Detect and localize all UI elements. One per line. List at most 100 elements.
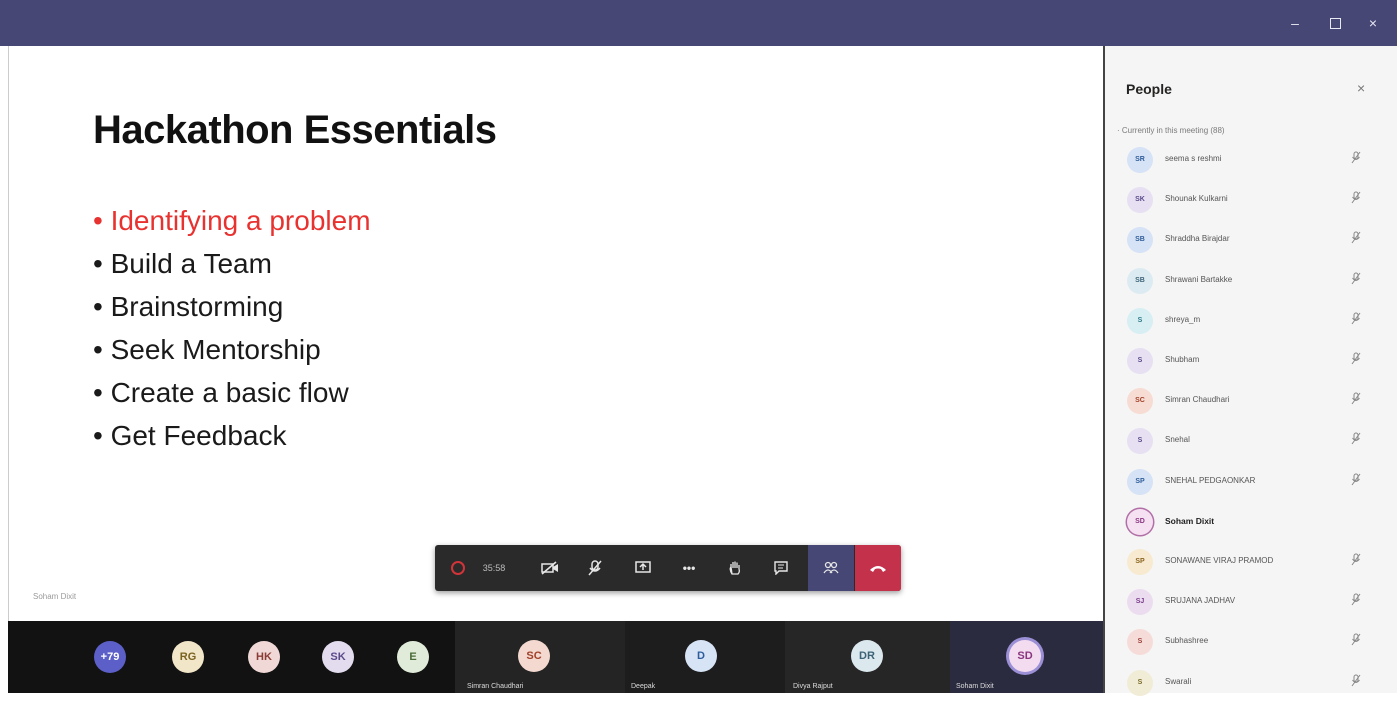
participant-name: Shounak Kulkarni xyxy=(1165,194,1228,204)
call-timer: 35:58 xyxy=(482,563,506,573)
participant-name: Subhashree xyxy=(1165,636,1209,646)
video-tile-active-speaker[interactable]: SD Soham Dixit xyxy=(950,621,1103,693)
avatar: SR xyxy=(1127,147,1153,173)
participant-row[interactable]: SR seema s reshmi xyxy=(1105,142,1397,182)
avatar: SJ xyxy=(1127,589,1153,616)
people-panel: People × · Currently in this meeting (88… xyxy=(1103,46,1397,696)
title-bar: – × xyxy=(0,0,1397,46)
mic-muted-icon xyxy=(1351,633,1361,649)
section-label[interactable]: · Currently in this meeting (88) xyxy=(1117,126,1225,135)
participant-row[interactable]: SD Soham Dixit xyxy=(1105,504,1397,544)
mic-muted-icon xyxy=(1351,674,1361,690)
slide-title: Hackathon Essentials xyxy=(93,108,497,152)
avatar: S xyxy=(1127,428,1153,455)
avatar: SK xyxy=(1127,187,1153,214)
mic-muted-icon xyxy=(1351,191,1361,207)
participant-name: Shraddha Birajdar xyxy=(1165,234,1230,244)
participant-name: Shrawani Bartakke xyxy=(1165,274,1233,284)
participant-row[interactable]: SB Shrawani Bartakke xyxy=(1105,263,1397,303)
chat-icon[interactable] xyxy=(761,545,801,591)
tile-name: Divya Rajput xyxy=(793,683,833,690)
participant-row[interactable]: SP SNEHAL PEDGAONKAR xyxy=(1105,464,1397,504)
participant-row[interactable]: SB Shraddha Birajdar xyxy=(1105,222,1397,262)
participants-icon[interactable] xyxy=(808,545,854,591)
participant-row[interactable]: SC Simran Chaudhari xyxy=(1105,383,1397,423)
share-screen-icon[interactable] xyxy=(623,545,663,591)
camera-off-icon[interactable] xyxy=(530,545,570,591)
slide-bullet: • Seek Mentorship xyxy=(93,334,321,365)
avatar: S xyxy=(1127,629,1153,656)
avatar: SD xyxy=(1127,508,1153,535)
participant-name: Simran Chaudhari xyxy=(1165,395,1230,405)
panel-title: People xyxy=(1126,81,1172,97)
presenter-label: Soham Dixit xyxy=(33,592,77,601)
mic-muted-icon xyxy=(1351,352,1361,368)
avatar[interactable]: E xyxy=(397,641,429,673)
avatar: SD xyxy=(1009,640,1041,672)
participant-name: Shubham xyxy=(1165,355,1200,364)
avatar: S xyxy=(1127,307,1153,334)
participant-row[interactable]: SP SONAWANE VIRAJ PRAMOD xyxy=(1105,544,1397,584)
minimize-icon[interactable]: – xyxy=(1284,12,1306,34)
raise-hand-icon[interactable] xyxy=(715,545,755,591)
meeting-controls-bar: 35:58 ••• xyxy=(435,545,901,591)
participant-row[interactable]: S Snehal xyxy=(1105,423,1397,463)
slide-bullet: • Get Feedback xyxy=(93,420,287,451)
recording-icon xyxy=(451,561,465,575)
mic-muted-icon xyxy=(1351,553,1361,569)
more-options-icon[interactable]: ••• xyxy=(669,545,709,591)
video-tile[interactable]: D Deepak xyxy=(625,621,785,693)
mic-muted-icon xyxy=(1351,473,1361,489)
avatar: SP xyxy=(1127,549,1153,575)
avatar: DR xyxy=(851,640,883,672)
mic-muted-icon xyxy=(1351,392,1361,408)
slide-bullet: • Brainstorming xyxy=(93,291,284,322)
avatar: S xyxy=(1127,348,1153,374)
participant-strip: +79 RG HK SK E SC Simran Chaudhari D Dee… xyxy=(8,621,1103,693)
mic-muted-icon xyxy=(1351,272,1361,288)
mic-muted-icon xyxy=(1351,231,1361,247)
participant-name: shreya_m xyxy=(1165,314,1201,324)
hang-up-button[interactable] xyxy=(855,545,901,591)
participant-name: Swarali xyxy=(1165,676,1192,686)
participant-row[interactable]: SJ SRUJANA JADHAV xyxy=(1105,584,1397,624)
participant-name: Soham Dixit xyxy=(1165,515,1215,526)
mic-muted-icon[interactable] xyxy=(575,545,615,591)
avatar: S xyxy=(1127,669,1153,696)
mic-muted-icon xyxy=(1351,312,1361,328)
shared-content-stage: Hackathon Essentials • Identifying a pro… xyxy=(8,46,1104,621)
maximize-icon[interactable] xyxy=(1324,12,1346,34)
participant-row[interactable]: S Subhashree xyxy=(1105,624,1397,664)
tile-name: Simran Chaudhari xyxy=(467,683,524,690)
avatar: SB xyxy=(1127,227,1153,254)
participant-name: Snehal xyxy=(1165,435,1190,445)
avatar: SC xyxy=(518,640,550,672)
tile-name: Deepak xyxy=(631,683,656,690)
participant-row[interactable]: S Swarali xyxy=(1105,665,1397,705)
mic-muted-icon xyxy=(1351,593,1361,609)
avatar[interactable]: HK xyxy=(248,641,280,673)
overflow-avatars: +79 RG HK SK E xyxy=(8,621,455,693)
mic-muted-icon xyxy=(1351,432,1361,448)
close-window-icon[interactable]: × xyxy=(1362,12,1384,34)
participant-name: SONAWANE VIRAJ PRAMOD xyxy=(1165,556,1274,565)
mic-muted-icon xyxy=(1351,151,1361,167)
slide-bullet: • Build a Team xyxy=(93,248,272,279)
slide-bullet: • Identifying a problem xyxy=(93,205,371,236)
participant-row[interactable]: S Shubham xyxy=(1105,343,1397,383)
video-tile[interactable]: SC Simran Chaudhari xyxy=(455,621,625,693)
participant-row[interactable]: SK Shounak Kulkarni xyxy=(1105,182,1397,222)
participant-row[interactable]: Sshreya_m xyxy=(1105,303,1397,343)
avatar[interactable]: RG xyxy=(172,641,204,673)
participant-name: SNEHAL PEDGAONKAR xyxy=(1165,475,1256,485)
video-tile[interactable]: DR Divya Rajput xyxy=(785,621,950,693)
participant-name: SRUJANA JADHAV xyxy=(1165,596,1236,606)
close-panel-icon[interactable]: × xyxy=(1357,80,1365,96)
tile-name: Soham Dixit xyxy=(956,683,994,690)
avatar[interactable]: SK xyxy=(322,641,354,673)
avatar: SP xyxy=(1127,468,1153,495)
avatar: SC xyxy=(1127,388,1153,415)
overflow-count-avatar[interactable]: +79 xyxy=(94,641,126,673)
avatar: SB xyxy=(1127,267,1153,294)
avatar: D xyxy=(685,640,717,672)
